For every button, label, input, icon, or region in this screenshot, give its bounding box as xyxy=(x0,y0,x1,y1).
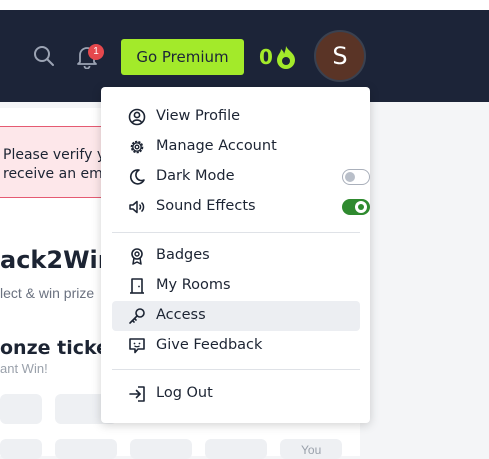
profile-dropdown-menu: View Profile Manage Account Dark Mode So… xyxy=(101,87,370,423)
alert-line: Please verify yo xyxy=(3,147,110,163)
streak-counter[interactable]: 0 xyxy=(259,43,297,71)
search-icon[interactable] xyxy=(33,45,55,67)
key-icon xyxy=(129,308,145,324)
ticket-cell xyxy=(205,439,267,459)
ticket-cell xyxy=(130,439,192,459)
menu-item-log-out[interactable]: Log Out xyxy=(112,379,360,409)
menu-item-my-rooms[interactable]: My Rooms xyxy=(112,271,360,301)
menu-divider xyxy=(112,369,360,370)
menu-label: Sound Effects xyxy=(156,198,256,214)
gear-icon xyxy=(130,140,144,154)
toggle-knob xyxy=(355,201,367,213)
notification-badge: 1 xyxy=(88,44,104,60)
door-icon xyxy=(130,278,144,294)
avatar[interactable]: S xyxy=(314,30,366,82)
ticket-cell xyxy=(55,439,117,459)
menu-label: Access xyxy=(156,307,206,323)
flame-icon xyxy=(276,46,295,69)
menu-divider xyxy=(112,232,360,233)
menu-item-give-feedback[interactable]: Give Feedback xyxy=(112,331,360,361)
alert-line: receive an ema xyxy=(3,166,110,182)
menu-label: My Rooms xyxy=(156,277,231,293)
sound-effects-toggle[interactable] xyxy=(342,199,370,215)
streak-count: 0 xyxy=(259,45,273,69)
menu-label: Manage Account xyxy=(156,138,277,154)
verify-email-alert: Please verify yo receive an ema xyxy=(0,126,110,198)
menu-label: Give Feedback xyxy=(156,337,263,353)
toggle-knob xyxy=(345,172,355,182)
badge-icon xyxy=(131,248,143,265)
menu-label: View Profile xyxy=(156,108,241,124)
toggle-knob-dot xyxy=(358,204,364,210)
dark-mode-toggle[interactable] xyxy=(342,169,370,185)
menu-item-badges[interactable]: Badges xyxy=(112,241,360,271)
menu-label: Dark Mode xyxy=(156,168,235,184)
feedback-icon xyxy=(129,338,145,354)
menu-item-sound-effects[interactable]: Sound Effects xyxy=(112,192,370,222)
ticket-subtitle: ant Win! xyxy=(0,361,48,376)
menu-item-access[interactable]: Access xyxy=(112,301,360,331)
menu-label: Badges xyxy=(156,247,210,263)
go-premium-button[interactable]: Go Premium xyxy=(121,39,244,75)
top-strip xyxy=(0,0,489,10)
menu-item-manage-account[interactable]: Manage Account xyxy=(112,132,360,162)
log-out-icon xyxy=(129,386,145,402)
you-label: You xyxy=(301,443,322,457)
menu-item-dark-mode[interactable]: Dark Mode xyxy=(112,162,370,192)
user-circle-icon xyxy=(128,108,146,126)
menu-item-view-profile[interactable]: View Profile xyxy=(112,102,360,132)
menu-label: Log Out xyxy=(156,385,213,401)
speaker-icon xyxy=(129,200,145,214)
ticket-cell xyxy=(0,439,42,459)
moon-icon xyxy=(129,169,145,185)
ticket-cell xyxy=(0,394,42,424)
event-subtitle: lect & win prize xyxy=(0,285,95,301)
